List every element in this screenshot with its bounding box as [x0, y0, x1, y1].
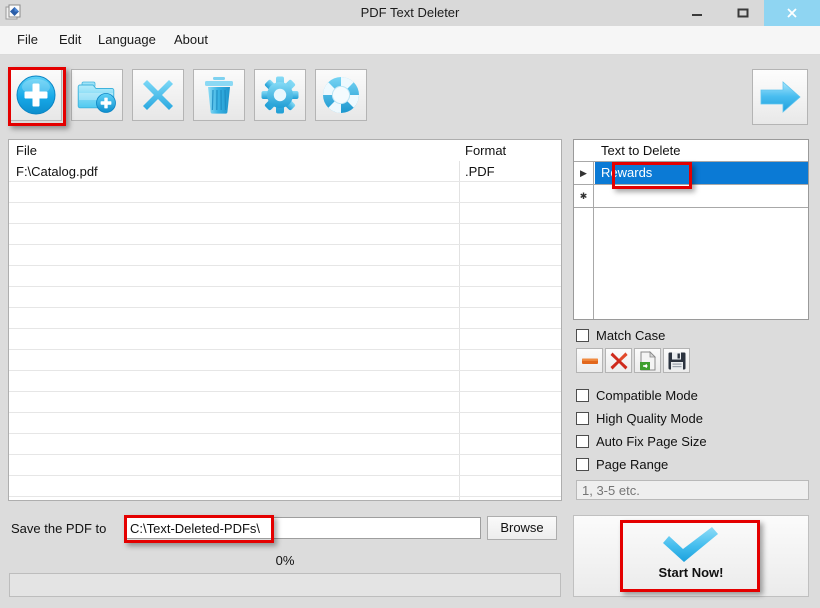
- table-row-empty[interactable]: [9, 287, 561, 308]
- column-header-file: File: [16, 143, 37, 158]
- checkbox-box[interactable]: [576, 412, 589, 425]
- text-to-delete-grid[interactable]: Text to Delete ▶ Rewards ✱: [573, 139, 809, 320]
- menu-item-edit[interactable]: Edit: [50, 26, 90, 54]
- start-now-button[interactable]: Start Now!: [616, 519, 766, 593]
- table-row-empty[interactable]: [9, 350, 561, 371]
- folder-add-icon: [77, 81, 116, 113]
- arrow-right-icon: [760, 81, 801, 113]
- menu-item-language[interactable]: Language: [89, 26, 165, 54]
- menu-bar: File Edit Language About: [0, 26, 820, 55]
- checkbox-box[interactable]: [576, 389, 589, 402]
- table-row-empty[interactable]: [9, 203, 561, 224]
- toolbar: [0, 55, 820, 136]
- table-row[interactable]: F:\Catalog.pdf .PDF: [9, 161, 561, 182]
- save-list-button[interactable]: [663, 348, 690, 373]
- minimize-button[interactable]: [676, 0, 718, 26]
- checkbox-box[interactable]: [576, 329, 589, 342]
- page-range-label: Page Range: [596, 457, 669, 472]
- maximize-button[interactable]: [722, 0, 764, 26]
- high-quality-mode-label: High Quality Mode: [596, 411, 703, 426]
- table-row-empty[interactable]: [9, 329, 561, 350]
- red-x-icon: [610, 352, 627, 369]
- file-list[interactable]: File Format F:\Catalog.pdf .PDF: [8, 139, 562, 501]
- gear-icon: [261, 76, 299, 114]
- help-button[interactable]: [315, 69, 367, 121]
- progress-bar: [9, 573, 561, 597]
- table-row-empty[interactable]: [9, 392, 561, 413]
- table-row-empty[interactable]: [9, 455, 561, 476]
- x-mark-icon: [143, 80, 173, 110]
- trash-icon: [205, 77, 233, 114]
- open-file-icon: [639, 350, 656, 370]
- table-row-empty[interactable]: [9, 413, 561, 434]
- title-bar: PDF Text Deleter: [0, 0, 820, 26]
- table-row-empty[interactable]: [9, 224, 561, 245]
- menu-item-file[interactable]: File: [8, 26, 47, 54]
- pdf-text-deleter-window: PDF Text Deleter File Edit Language Abou…: [0, 0, 820, 608]
- file-list-header: File Format: [9, 140, 561, 161]
- next-arrow-button[interactable]: [752, 69, 808, 125]
- column-header-text-to-delete: Text to Delete: [601, 143, 681, 158]
- save-path-input[interactable]: [125, 517, 481, 539]
- remove-file-button[interactable]: [132, 69, 184, 121]
- checkmark-icon: [663, 527, 718, 562]
- table-row-empty[interactable]: [9, 266, 561, 287]
- grid-header: Text to Delete: [574, 140, 808, 162]
- grid-row-new[interactable]: ✱: [574, 185, 808, 208]
- add-file-button[interactable]: [10, 69, 62, 121]
- progress-percent-label: 0%: [275, 553, 295, 568]
- remove-row-button[interactable]: [576, 348, 603, 373]
- floppy-save-icon: [668, 352, 685, 369]
- match-case-label: Match Case: [596, 328, 666, 343]
- row-indicator-arrow-icon: ▶: [574, 162, 594, 184]
- load-list-button[interactable]: [634, 348, 661, 373]
- row-indicator-new-icon: ✱: [574, 185, 594, 207]
- close-button[interactable]: [764, 0, 820, 26]
- checkbox-box[interactable]: [576, 435, 589, 448]
- delete-all-rows-button[interactable]: [605, 348, 632, 373]
- page-range-input[interactable]: [576, 480, 809, 500]
- grid-new-cell[interactable]: [595, 185, 808, 207]
- table-row-empty[interactable]: [9, 476, 561, 497]
- plus-circle-icon: [16, 75, 56, 115]
- start-now-label: Start Now!: [658, 565, 724, 580]
- grid-selected-cell[interactable]: Rewards: [595, 162, 808, 184]
- table-row-empty[interactable]: [9, 308, 561, 329]
- file-path-cell: F:\Catalog.pdf: [16, 164, 98, 179]
- column-header-format: Format: [465, 143, 507, 158]
- table-row-empty[interactable]: [9, 182, 561, 203]
- file-format-cell: .PDF: [465, 164, 495, 179]
- table-row-empty[interactable]: [9, 434, 561, 455]
- clear-list-button[interactable]: [193, 69, 245, 121]
- life-ring-icon: [323, 77, 359, 113]
- menu-item-about[interactable]: About: [165, 26, 217, 54]
- table-row-empty[interactable]: [9, 245, 561, 266]
- add-folder-button[interactable]: [71, 69, 123, 121]
- compatible-mode-label: Compatible Mode: [596, 388, 698, 403]
- save-path-label: Save the PDF to: [11, 521, 107, 536]
- auto-fix-page-size-label: Auto Fix Page Size: [596, 434, 707, 449]
- grid-row-selected[interactable]: ▶ Rewards: [574, 162, 808, 185]
- minus-icon: [581, 358, 598, 364]
- table-row-empty[interactable]: [9, 371, 561, 392]
- settings-button[interactable]: [254, 69, 306, 121]
- checkbox-box[interactable]: [576, 458, 589, 471]
- browse-button[interactable]: Browse: [487, 516, 557, 540]
- start-panel: Start Now!: [573, 515, 809, 597]
